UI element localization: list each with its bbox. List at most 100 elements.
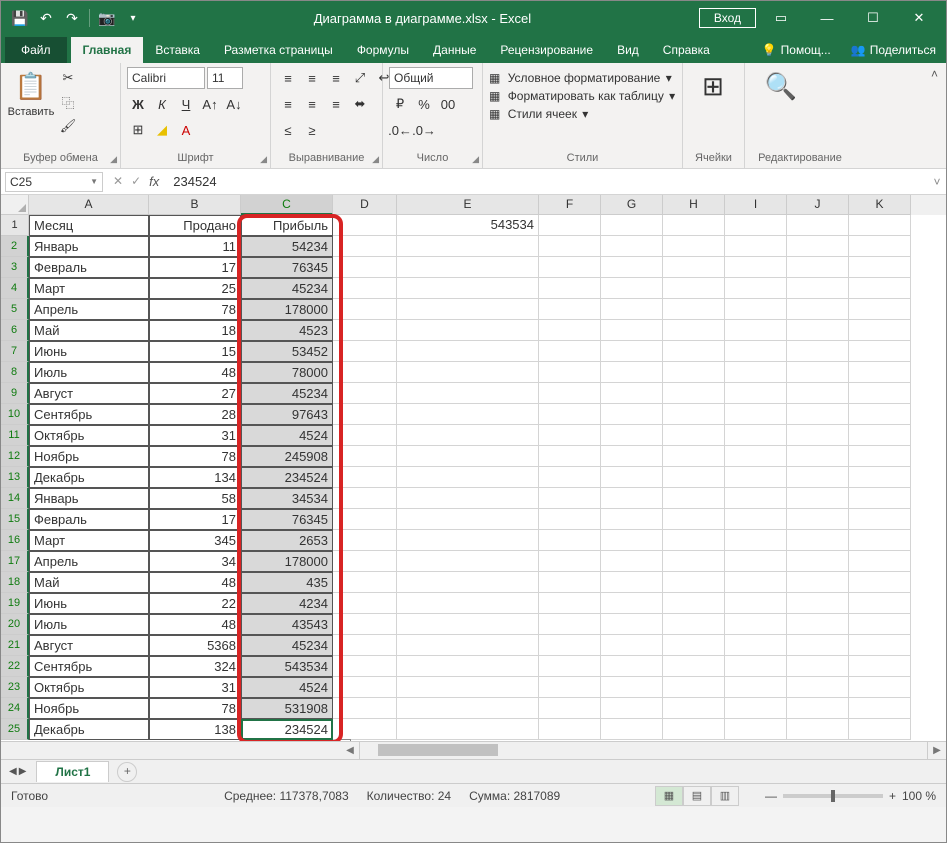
cell[interactable] <box>849 509 911 530</box>
cell[interactable] <box>663 215 725 236</box>
cell[interactable] <box>397 467 539 488</box>
cell[interactable] <box>397 572 539 593</box>
cell[interactable] <box>333 488 397 509</box>
cell[interactable] <box>849 530 911 551</box>
cell[interactable]: 4524 <box>241 425 333 446</box>
cell[interactable] <box>539 215 601 236</box>
cell[interactable] <box>601 635 663 656</box>
cell[interactable] <box>725 425 787 446</box>
cell[interactable] <box>539 362 601 383</box>
copy-icon[interactable]: ⿻ <box>57 91 79 113</box>
new-sheet-button[interactable]: + <box>117 762 137 782</box>
cell[interactable]: 4523 <box>241 320 333 341</box>
cell[interactable] <box>787 719 849 740</box>
cell[interactable] <box>849 425 911 446</box>
cell[interactable] <box>787 593 849 614</box>
cell[interactable] <box>601 551 663 572</box>
cell[interactable] <box>849 383 911 404</box>
clipboard-launcher-icon[interactable]: ◢ <box>110 154 117 165</box>
enter-formula-icon[interactable]: ✓ <box>131 174 141 189</box>
cell[interactable] <box>849 719 911 740</box>
cell[interactable]: 28 <box>149 404 241 425</box>
camera-icon[interactable]: 📷 <box>94 5 120 31</box>
tab-help[interactable]: Справка <box>651 37 722 63</box>
cell[interactable] <box>787 236 849 257</box>
cell[interactable]: Сентябрь <box>29 656 149 677</box>
cell[interactable]: 531908 <box>241 698 333 719</box>
cell[interactable] <box>787 509 849 530</box>
cell-styles-button[interactable]: ▦ Стили ячеек ▾ <box>489 107 588 121</box>
sheet-tab[interactable]: Лист1 <box>36 761 109 782</box>
cell[interactable] <box>849 446 911 467</box>
cell[interactable] <box>663 488 725 509</box>
cell[interactable] <box>333 236 397 257</box>
cell[interactable] <box>725 383 787 404</box>
cell[interactable] <box>725 593 787 614</box>
maximize-button[interactable]: ☐ <box>852 3 894 33</box>
cell[interactable] <box>849 299 911 320</box>
cell[interactable] <box>333 572 397 593</box>
cell[interactable] <box>333 362 397 383</box>
row-header[interactable]: 2 <box>1 236 29 257</box>
cell[interactable] <box>663 635 725 656</box>
format-painter-icon[interactable]: 🖌 <box>57 115 79 137</box>
cell[interactable] <box>333 383 397 404</box>
cell[interactable] <box>663 656 725 677</box>
cell[interactable] <box>539 425 601 446</box>
cell[interactable] <box>787 215 849 236</box>
row-header[interactable]: 25 <box>1 719 29 740</box>
cell[interactable] <box>725 467 787 488</box>
cell[interactable] <box>397 509 539 530</box>
cell[interactable] <box>787 530 849 551</box>
cell[interactable]: 22 <box>149 593 241 614</box>
italic-button[interactable]: К <box>151 93 173 115</box>
cell[interactable] <box>849 656 911 677</box>
cell[interactable] <box>601 320 663 341</box>
font-name-combo[interactable]: Calibri <box>127 67 205 89</box>
cell[interactable] <box>725 656 787 677</box>
cell[interactable]: Май <box>29 320 149 341</box>
col-header[interactable]: A <box>29 195 149 215</box>
cell[interactable] <box>663 362 725 383</box>
cell[interactable] <box>539 383 601 404</box>
cell[interactable] <box>663 530 725 551</box>
cell[interactable]: Февраль <box>29 257 149 278</box>
cell[interactable] <box>663 719 725 740</box>
cell[interactable] <box>539 404 601 425</box>
fill-color-icon[interactable]: ◢ <box>151 119 173 141</box>
cell[interactable]: 34534 <box>241 488 333 509</box>
cell[interactable] <box>787 299 849 320</box>
cell[interactable] <box>333 677 397 698</box>
decrease-indent-icon[interactable]: ≤ <box>277 119 299 141</box>
cell[interactable]: 78 <box>149 299 241 320</box>
cell[interactable] <box>539 656 601 677</box>
cell[interactable] <box>397 698 539 719</box>
cell[interactable] <box>663 551 725 572</box>
cancel-formula-icon[interactable]: ✕ <box>113 174 123 189</box>
cell[interactable]: Июнь <box>29 593 149 614</box>
cell[interactable] <box>539 341 601 362</box>
cell[interactable] <box>787 257 849 278</box>
cell[interactable] <box>787 488 849 509</box>
cell[interactable]: 48 <box>149 614 241 635</box>
close-button[interactable]: ✕ <box>898 3 940 33</box>
cell[interactable]: 78 <box>149 698 241 719</box>
tab-view[interactable]: Вид <box>605 37 651 63</box>
cell[interactable] <box>539 572 601 593</box>
cell[interactable] <box>725 509 787 530</box>
col-header[interactable]: E <box>397 195 539 215</box>
cell[interactable] <box>601 425 663 446</box>
cell[interactable] <box>397 635 539 656</box>
cell[interactable] <box>849 614 911 635</box>
cell[interactable] <box>539 593 601 614</box>
grow-font-icon[interactable]: A↑ <box>199 93 221 115</box>
cell[interactable]: 97643 <box>241 404 333 425</box>
cell[interactable]: Декабрь <box>29 719 149 740</box>
row-header[interactable]: 3 <box>1 257 29 278</box>
cell[interactable] <box>539 257 601 278</box>
cell[interactable] <box>663 341 725 362</box>
cell[interactable] <box>663 593 725 614</box>
cell[interactable] <box>539 299 601 320</box>
cell[interactable]: 543534 <box>241 656 333 677</box>
cell[interactable] <box>397 278 539 299</box>
